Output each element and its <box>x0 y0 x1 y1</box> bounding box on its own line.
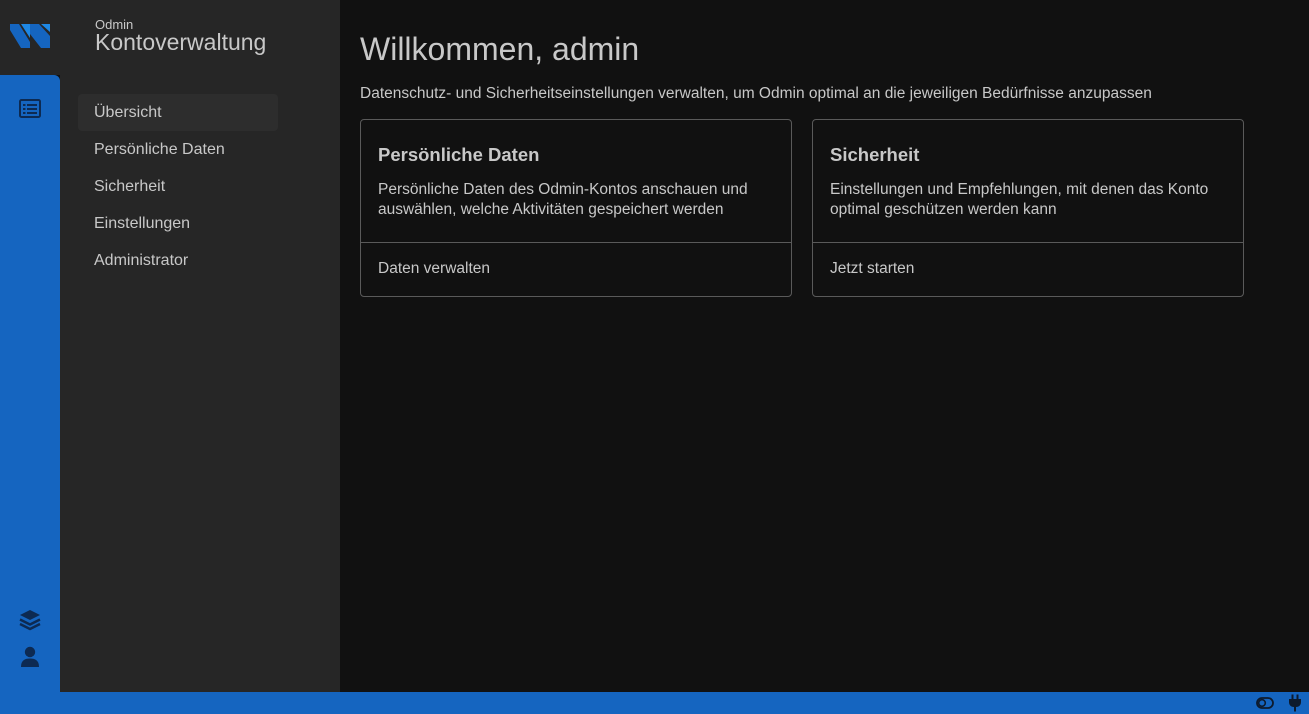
user-icon <box>21 646 39 667</box>
card-divider <box>361 242 791 243</box>
app-window: Odmin Kontoverwaltung Übersicht Persönli… <box>0 0 1309 714</box>
card-title: Persönliche Daten <box>378 144 540 165</box>
navigation-panel: Odmin Kontoverwaltung Übersicht Persönli… <box>60 0 340 692</box>
layers-rail-button[interactable] <box>0 602 60 638</box>
daten-verwalten-link[interactable]: Daten verwalten <box>378 260 490 278</box>
card-description: Persönliche Daten des Odmin-Kontos ansch… <box>378 181 748 218</box>
list-icon <box>19 99 41 118</box>
overview-rail-button[interactable] <box>0 91 60 127</box>
card-title: Sicherheit <box>830 144 920 165</box>
nav-item-persoenliche-daten[interactable]: Persönliche Daten <box>78 131 278 168</box>
nav-list: Übersicht Persönliche Daten Sicherheit E… <box>78 94 278 279</box>
nav-item-uebersicht[interactable]: Übersicht <box>78 94 278 131</box>
card-description: Einstellungen und Empfehlungen, mit dene… <box>830 181 1209 218</box>
nav-item-einstellungen[interactable]: Einstellungen <box>78 205 278 242</box>
odmin-logo-icon[interactable] <box>10 20 50 48</box>
card-divider <box>813 242 1243 243</box>
nav-item-administrator[interactable]: Administrator <box>78 242 278 279</box>
page-title: Willkommen, admin <box>360 31 640 67</box>
user-rail-button[interactable] <box>0 639 60 675</box>
page-subtitle: Datenschutz- und Sicherheitseinstellunge… <box>360 85 1152 102</box>
plug-icon[interactable] <box>1288 694 1302 712</box>
card-persoenliche-daten: Persönliche Daten Persönliche Daten des … <box>360 119 792 297</box>
main-content: Willkommen, admin Datenschutz- und Siche… <box>340 0 1309 692</box>
jetzt-starten-link[interactable]: Jetzt starten <box>830 260 914 278</box>
icon-rail <box>0 75 60 692</box>
toggle-icon[interactable] <box>1256 696 1274 710</box>
logo-area <box>0 0 60 75</box>
nav-item-sicherheit[interactable]: Sicherheit <box>78 168 278 205</box>
status-bar <box>0 692 1309 714</box>
layers-icon <box>19 610 41 631</box>
app-title: Kontoverwaltung <box>95 29 267 55</box>
card-sicherheit: Sicherheit Einstellungen und Empfehlunge… <box>812 119 1244 297</box>
